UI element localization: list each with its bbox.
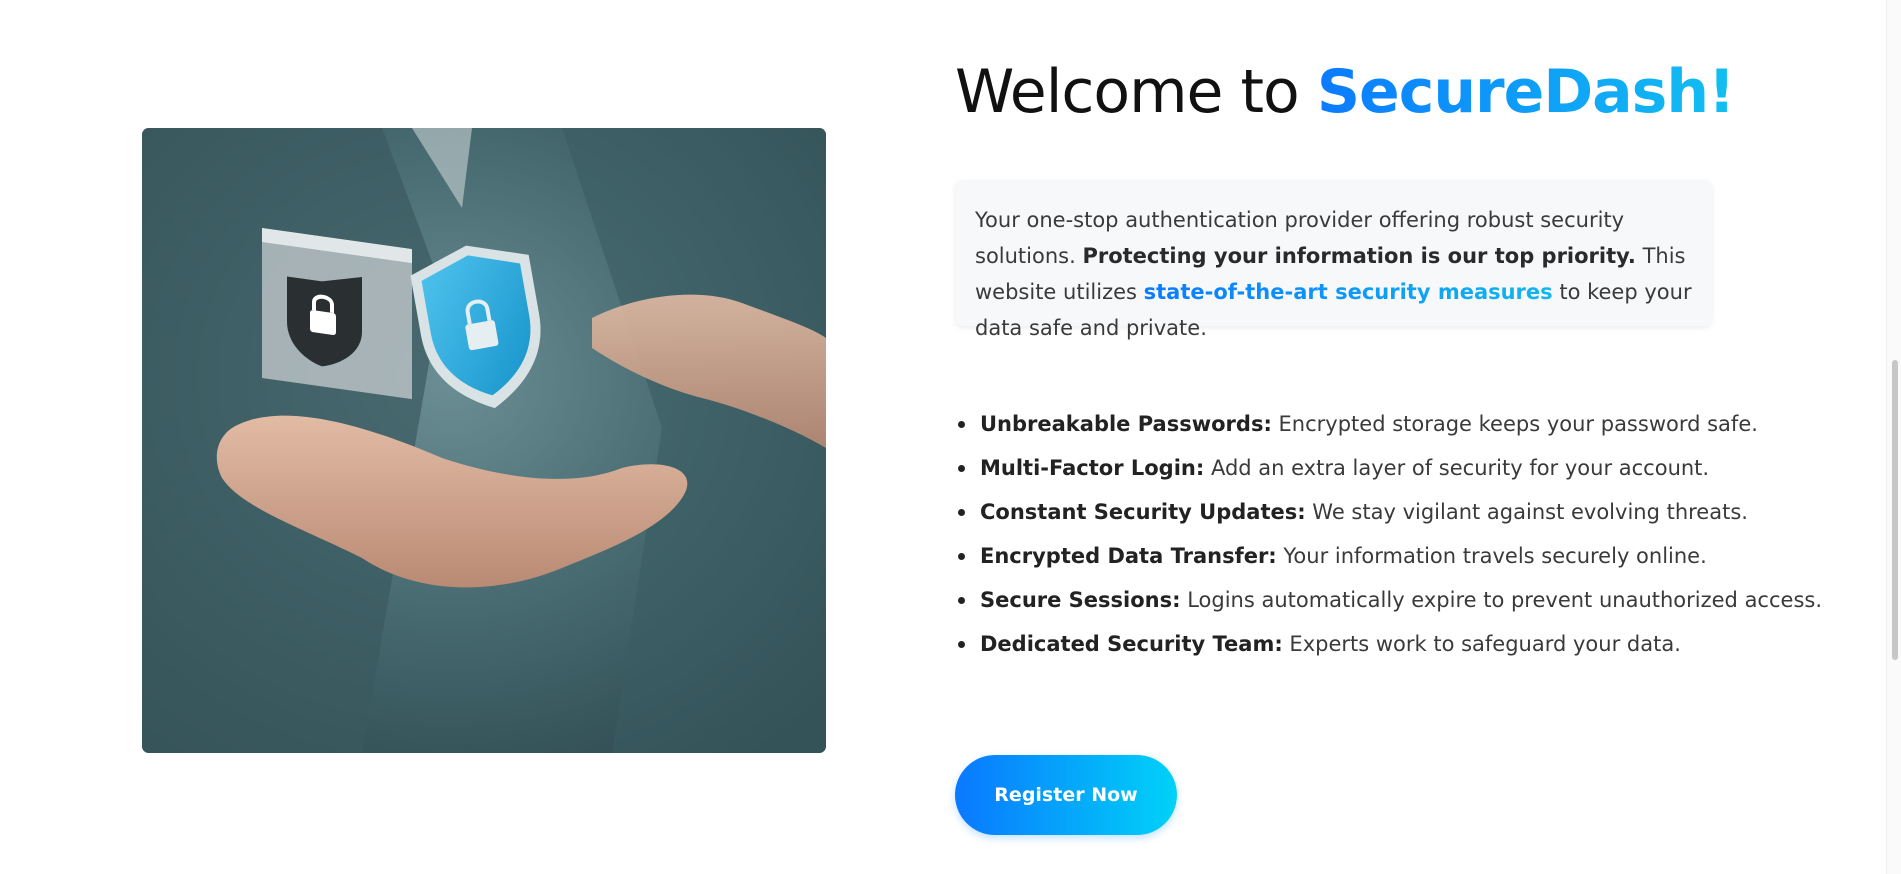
feature-title: Multi-Factor Login: (980, 456, 1205, 480)
scrollbar-thumb[interactable] (1892, 360, 1898, 660)
list-item: Constant Security Updates: We stay vigil… (955, 490, 1822, 534)
list-item: Multi-Factor Login: Add an extra layer o… (955, 446, 1822, 490)
list-item: Dedicated Security Team: Experts work to… (955, 622, 1822, 666)
intro-card: Your one-stop authentication provider of… (955, 180, 1712, 340)
feature-title: Constant Security Updates: (980, 500, 1306, 524)
feature-title: Encrypted Data Transfer: (980, 544, 1277, 568)
intro-bold-text: Protecting your information is our top p… (1082, 244, 1636, 268)
register-now-button[interactable]: Register Now (955, 755, 1177, 835)
feature-title: Secure Sessions: (980, 588, 1181, 612)
vertical-scrollbar[interactable] (1886, 0, 1901, 874)
landing-page: Welcome to SecureDash! Your one-stop aut… (0, 0, 1901, 874)
feature-description: We stay vigilant against evolving threat… (1305, 500, 1748, 524)
feature-description: Logins automatically expire to prevent u… (1180, 588, 1822, 612)
brand-name: SecureDash! (1316, 57, 1736, 127)
feature-description: Experts work to safeguard your data. (1282, 632, 1681, 656)
feature-description: Your information travels securely online… (1276, 544, 1707, 568)
title-prefix: Welcome to (955, 57, 1317, 127)
feature-title: Unbreakable Passwords: (980, 412, 1272, 436)
hero-illustration (142, 128, 826, 753)
security-measures-link[interactable]: state-of-the-art security measures (1144, 280, 1553, 304)
page-title: Welcome to SecureDash! (955, 52, 1736, 132)
list-item: Unbreakable Passwords: Encrypted storage… (955, 402, 1822, 446)
feature-title: Dedicated Security Team: (980, 632, 1283, 656)
list-item: Encrypted Data Transfer: Your informatio… (955, 534, 1822, 578)
feature-description: Encrypted storage keeps your password sa… (1271, 412, 1758, 436)
features-list: Unbreakable Passwords: Encrypted storage… (955, 402, 1822, 666)
feature-description: Add an extra layer of security for your … (1204, 456, 1710, 480)
list-item: Secure Sessions: Logins automatically ex… (955, 578, 1822, 622)
hero-security-image (142, 128, 826, 753)
